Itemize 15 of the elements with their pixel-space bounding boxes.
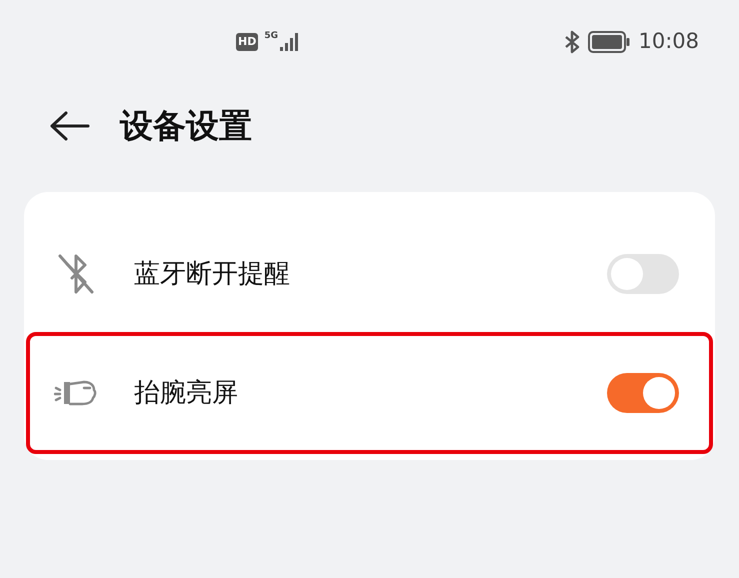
setting-label: 蓝牙断开提醒	[134, 258, 291, 290]
signal-icon	[280, 32, 300, 52]
clock-time: 10:08	[638, 28, 699, 56]
battery-icon	[588, 31, 630, 53]
setting-row[interactable]: 蓝牙断开提醒	[26, 216, 713, 332]
bluetooth-icon	[564, 30, 580, 54]
network-label: 5G	[264, 32, 278, 41]
setting-label: 抬腕亮屏	[134, 376, 239, 410]
page-title: 设备设置	[120, 105, 252, 148]
bluetooth-off-icon	[56, 252, 96, 296]
setting-row[interactable]: 抬腕亮屏	[26, 332, 713, 454]
toggle-switch[interactable]	[607, 254, 679, 294]
toggle-switch[interactable]	[607, 373, 679, 413]
hd-badge: HD	[236, 33, 258, 51]
back-arrow-icon	[50, 111, 90, 141]
